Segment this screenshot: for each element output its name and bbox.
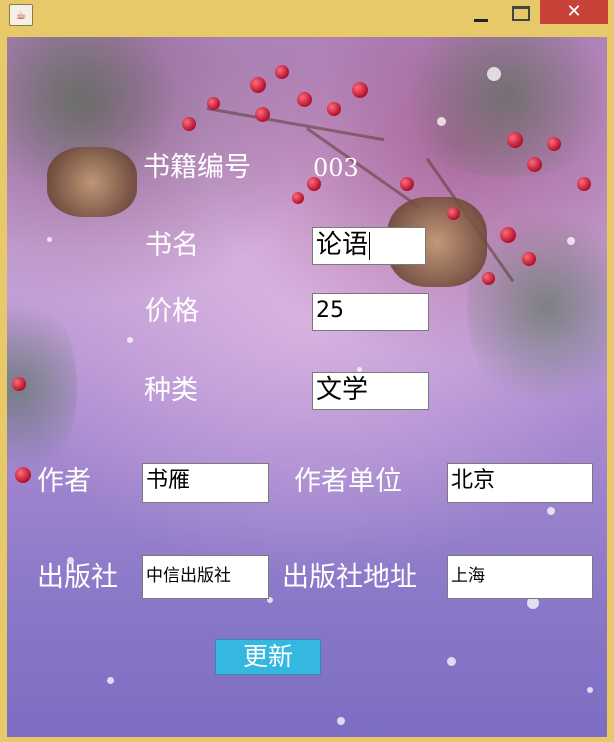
title-label: 书名 bbox=[145, 230, 199, 261]
publisher-address-label: 出版社地址 bbox=[282, 562, 417, 593]
publisher-address-value: 上海 bbox=[451, 566, 485, 586]
publisher-value: 中信出版社 bbox=[146, 566, 231, 586]
close-icon: ✕ bbox=[566, 1, 582, 22]
author-label: 作者 bbox=[37, 466, 91, 497]
title-input[interactable]: 论语 bbox=[312, 227, 426, 265]
price-input[interactable]: 25 bbox=[312, 293, 429, 331]
author-unit-label: 作者单位 bbox=[294, 466, 402, 497]
category-label: 种类 bbox=[144, 375, 198, 406]
price-value: 25 bbox=[316, 298, 344, 323]
publisher-input[interactable]: 中信出版社 bbox=[142, 555, 269, 599]
minimize-button[interactable] bbox=[468, 6, 494, 26]
form-panel: 书籍编号 003 书名 论语 价格 25 种类 文学 作者 书雁 作者单位 北京… bbox=[7, 37, 607, 737]
publisher-label: 出版社 bbox=[37, 562, 118, 593]
java-app-icon: ☕ bbox=[9, 4, 33, 26]
update-button[interactable]: 更新 bbox=[215, 639, 321, 675]
maximize-button[interactable] bbox=[507, 4, 533, 24]
book-id-value: 003 bbox=[313, 154, 359, 182]
publisher-address-input[interactable]: 上海 bbox=[447, 555, 593, 599]
close-button[interactable]: ✕ bbox=[540, 0, 608, 24]
author-value: 书雁 bbox=[146, 468, 191, 493]
price-label: 价格 bbox=[145, 296, 199, 327]
text-caret bbox=[369, 231, 371, 260]
author-input[interactable]: 书雁 bbox=[142, 463, 269, 503]
category-input[interactable]: 文学 bbox=[312, 372, 429, 410]
category-value: 文学 bbox=[316, 375, 369, 405]
author-unit-input[interactable]: 北京 bbox=[447, 463, 593, 503]
author-unit-value: 北京 bbox=[451, 468, 496, 493]
title-bar: ☕ ✕ bbox=[0, 0, 614, 30]
title-value: 论语 bbox=[316, 230, 369, 260]
book-id-label: 书籍编号 bbox=[143, 152, 251, 183]
